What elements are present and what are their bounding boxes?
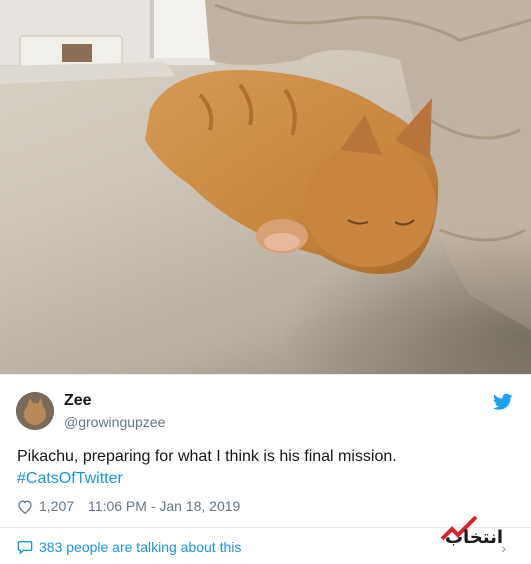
tweet-meta: 1,207 11:06 PM - Jan 18, 2019	[17, 498, 240, 514]
svg-text:انتخاب: انتخاب	[445, 527, 503, 548]
speech-bubble-icon	[17, 541, 33, 555]
watermark-logo: انتخاب	[440, 515, 503, 548]
display-name[interactable]: Zee	[64, 392, 92, 410]
conversation-text: 383 people are talking about this	[39, 539, 242, 555]
heart-icon[interactable]	[17, 499, 33, 514]
avatar-image	[16, 392, 54, 430]
timestamp[interactable]: 11:06 PM - Jan 18, 2019	[88, 498, 240, 514]
cat-photo	[0, 0, 531, 374]
like-count[interactable]: 1,207	[39, 498, 74, 514]
hashtag-link[interactable]: #CatsOfTwitter	[17, 468, 517, 490]
user-handle[interactable]: @growingupzee	[64, 414, 165, 430]
tweet-card: Zee @growingupzee Pikachu, preparing for…	[0, 374, 531, 564]
cat-photo-illustration	[0, 0, 531, 374]
tweet-text: Pikachu, preparing for what I think is h…	[17, 446, 517, 490]
twitter-bird-icon[interactable]	[493, 393, 513, 411]
tweet-body: Pikachu, preparing for what I think is h…	[17, 448, 397, 465]
avatar[interactable]	[16, 392, 54, 430]
conversation-link[interactable]: 383 people are talking about this	[17, 539, 241, 555]
